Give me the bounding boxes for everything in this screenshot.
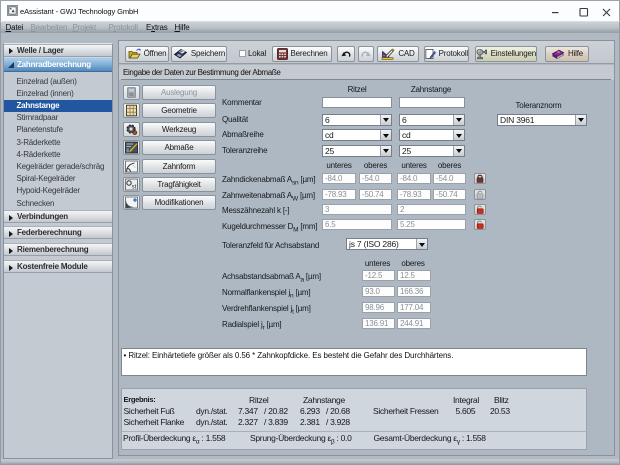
svg-text:st: st [132,184,137,190]
